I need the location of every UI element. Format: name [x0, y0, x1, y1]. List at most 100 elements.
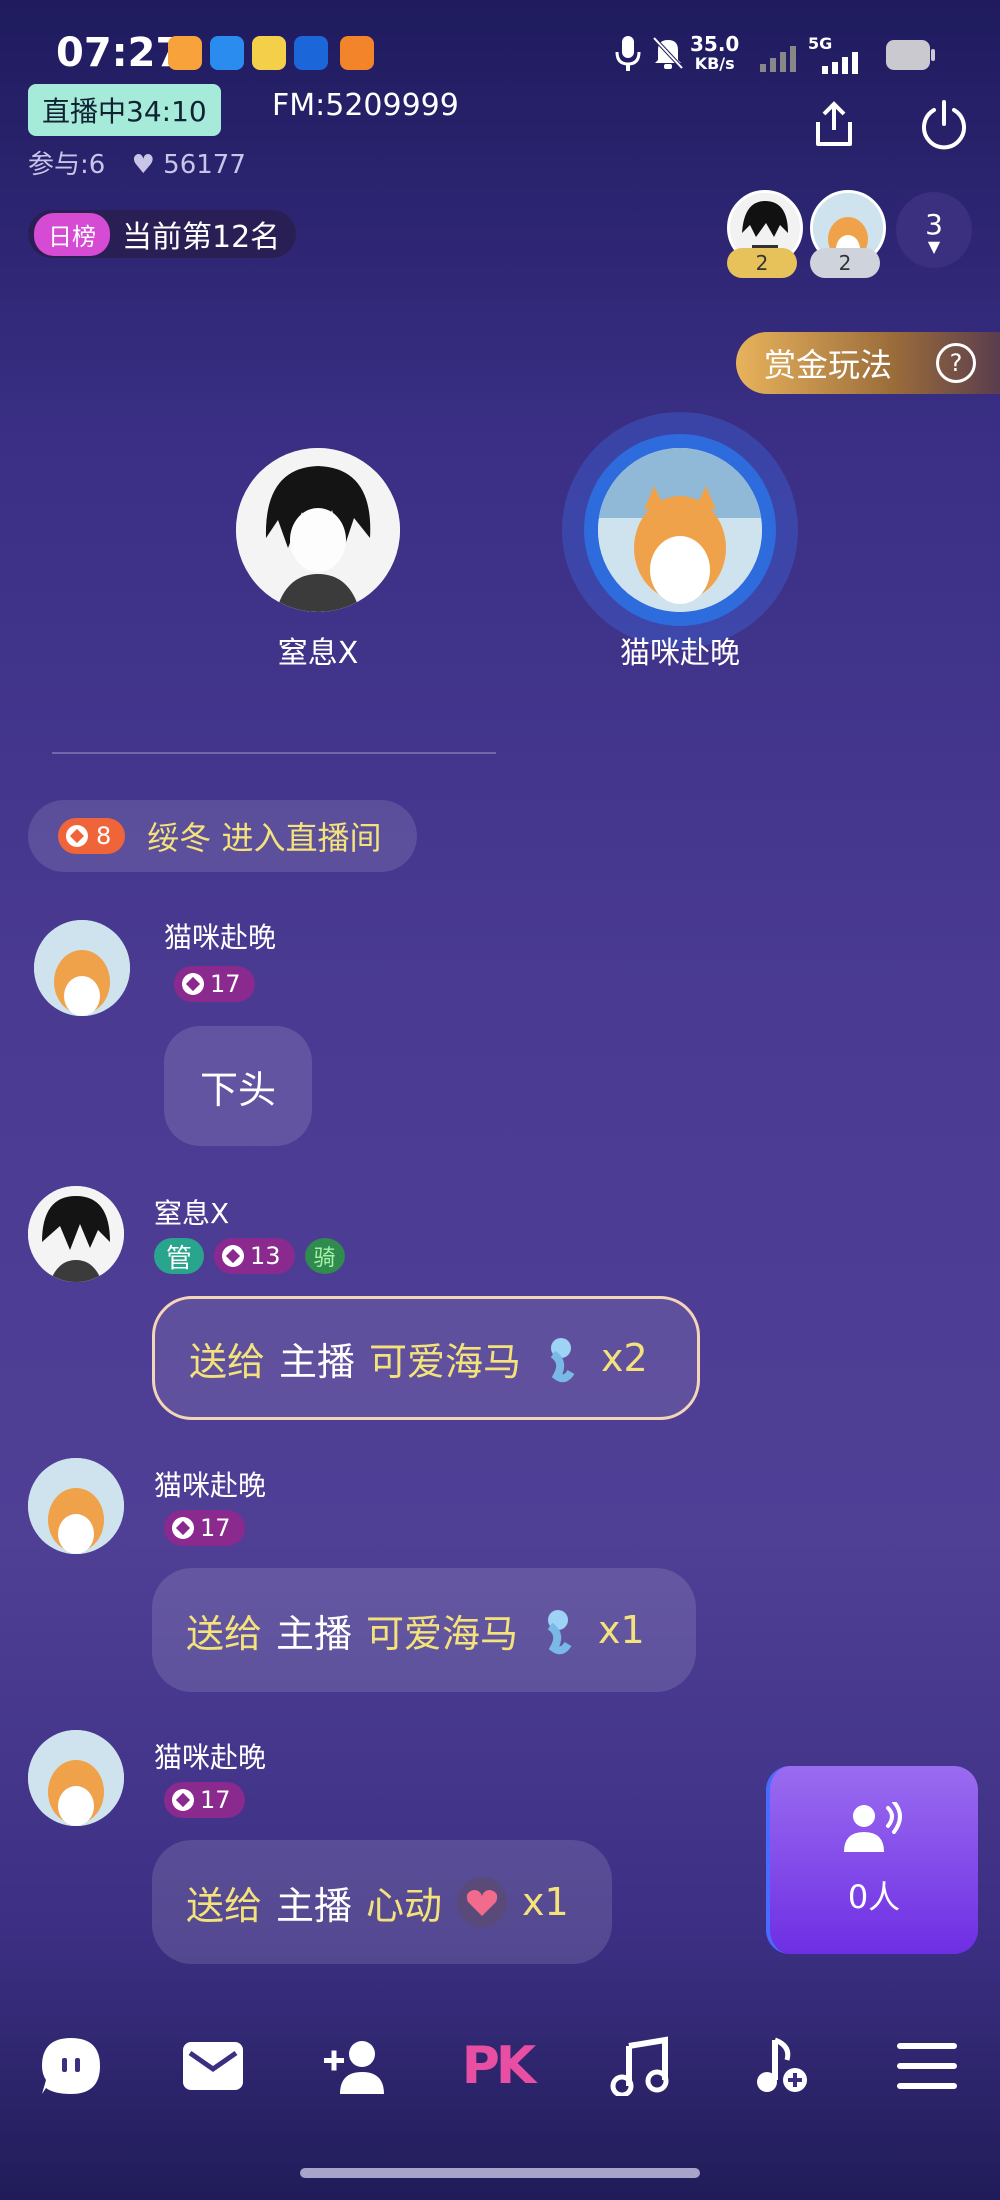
viewer-count: 3 [925, 207, 943, 241]
app-icon-browser [294, 36, 328, 70]
bell-muted-icon [652, 36, 684, 70]
help-icon[interactable]: ? [936, 343, 976, 383]
gift-target: 主播 [276, 1611, 353, 1656]
stage-name-guest: 猫咪赴晚 [620, 636, 740, 671]
viewer-count-button[interactable]: 3 ▼ [896, 192, 972, 268]
level-badge: 17 [164, 1782, 245, 1818]
gift-bubble: 送给 主播 心动 x1 [152, 1840, 612, 1964]
gift-name: 可爱海马 [369, 1339, 522, 1384]
status-time: 07:27 [56, 30, 184, 76]
rank-text: 当前第12名 [122, 220, 281, 255]
add-music-icon [757, 2037, 807, 2092]
chat-badges: 管 13 骑 [154, 1238, 345, 1274]
menu-button[interactable] [892, 2034, 962, 2098]
gift-name: 心动 [366, 1883, 443, 1928]
mail-icon [183, 2042, 243, 2090]
mic-icon [615, 36, 641, 71]
net-speed: 35.0 KB/s [690, 32, 740, 73]
chat-icon [42, 2038, 100, 2094]
chat-username[interactable]: 窒息X [154, 1192, 229, 1232]
signal-icon-2 [822, 52, 858, 74]
gift-prefix: 送给 [189, 1339, 266, 1384]
voice-queue-count: 0人 [847, 1878, 901, 1916]
stage-avatar-host[interactable] [236, 448, 400, 612]
level-badge: 13 [214, 1238, 295, 1274]
chat-bubble: 下头 [164, 1026, 312, 1146]
heart-icon: ♥ [131, 150, 155, 180]
chat-badges: 17 [164, 1510, 245, 1546]
participants-count: 参与:6 [28, 150, 106, 180]
rank-tag: 日榜 [34, 212, 110, 256]
level-badge: 17 [164, 1510, 245, 1546]
gift-target: 主播 [276, 1883, 353, 1928]
chat-avatar[interactable] [28, 1730, 124, 1826]
chevron-down-icon: ▼ [927, 236, 941, 256]
live-duration-badge: 直播中34:10 [28, 84, 221, 136]
gift-name: 可爱海马 [366, 1611, 519, 1656]
gift-count: x2 [601, 1336, 648, 1380]
network-type: 5G [808, 34, 833, 53]
mail-button[interactable] [178, 2034, 248, 2098]
diamond-icon [66, 825, 88, 847]
chat-username[interactable]: 猫咪赴晚 [154, 1736, 266, 1776]
diamond-icon [172, 1789, 194, 1811]
voice-queue-button[interactable]: 0人 [766, 1766, 978, 1954]
chat-avatar[interactable] [28, 1458, 124, 1554]
heart-gift-icon [457, 1877, 508, 1927]
chat-avatar[interactable] [34, 920, 130, 1016]
diamond-icon [222, 1245, 245, 1267]
enter-text: 绥冬 进入直播间 [147, 819, 382, 857]
level-badge: 17 [174, 966, 255, 1002]
stage-name-host: 窒息X [277, 636, 359, 671]
bounty-label: 赏金玩法 [764, 346, 893, 384]
gift-bubble: 送给 主播 可爱海马 x1 [152, 1568, 696, 1692]
battery-icon [886, 40, 935, 70]
app-icon-play [210, 36, 244, 70]
chat-username[interactable]: 猫咪赴晚 [164, 916, 276, 956]
stage-avatar-guest[interactable] [598, 448, 762, 612]
diamond-icon [182, 973, 204, 995]
diamond-icon [172, 1517, 194, 1539]
pk-icon: PK [461, 2036, 536, 2096]
add-music-button[interactable] [746, 2034, 816, 2098]
gift-bubble: 送给 主播 可爱海马 x2 [152, 1296, 700, 1420]
divider [52, 752, 496, 754]
contributor-badge-1: 2 [727, 248, 797, 278]
menu-icon [897, 2043, 957, 2089]
add-friend-button[interactable] [320, 2034, 390, 2098]
add-friend-icon [324, 2041, 384, 2094]
room-stats: 参与:6 ♥ 56177 [28, 144, 246, 181]
chat-badges: 17 [174, 966, 255, 1002]
speaker-person-icon [844, 1802, 902, 1852]
music-button[interactable] [604, 2034, 674, 2098]
power-icon[interactable] [918, 98, 970, 150]
level-badge: 8 [58, 818, 126, 854]
chat-avatar[interactable] [28, 1186, 124, 1282]
pk-button[interactable]: PK [461, 2034, 536, 2098]
daily-rank-pill[interactable]: 日榜 当前第12名 [28, 210, 297, 258]
likes-count: 56177 [163, 150, 246, 180]
share-icon[interactable] [808, 98, 860, 150]
app-icon-weibo [252, 36, 286, 70]
manager-badge: 管 [154, 1238, 205, 1274]
chat-button[interactable] [36, 2034, 106, 2098]
app-icon-taobao [340, 36, 374, 70]
seahorse-gift-icon [547, 1610, 572, 1655]
gift-prefix: 送给 [186, 1611, 263, 1656]
gift-prefix: 送给 [186, 1883, 263, 1928]
bounty-game-button[interactable]: 赏金玩法 ? [736, 332, 1000, 394]
gift-count: x1 [598, 1608, 645, 1652]
fm-id: FM:5209999 [272, 88, 459, 123]
level-number: 8 [96, 822, 112, 850]
signal-icon-1 [760, 46, 796, 72]
music-icon [610, 2036, 669, 2096]
enter-room-message: 8 绥冬 进入直播间 [28, 800, 418, 872]
app-icon-video [168, 36, 202, 70]
chat-username[interactable]: 猫咪赴晚 [154, 1464, 266, 1504]
chat-badges: 17 [164, 1782, 245, 1818]
gift-target: 主播 [279, 1339, 356, 1384]
seahorse-gift-icon [550, 1338, 575, 1383]
contributor-badge-2: 2 [810, 248, 880, 278]
home-indicator[interactable] [300, 2168, 700, 2178]
ride-badge: 骑 [304, 1238, 345, 1274]
